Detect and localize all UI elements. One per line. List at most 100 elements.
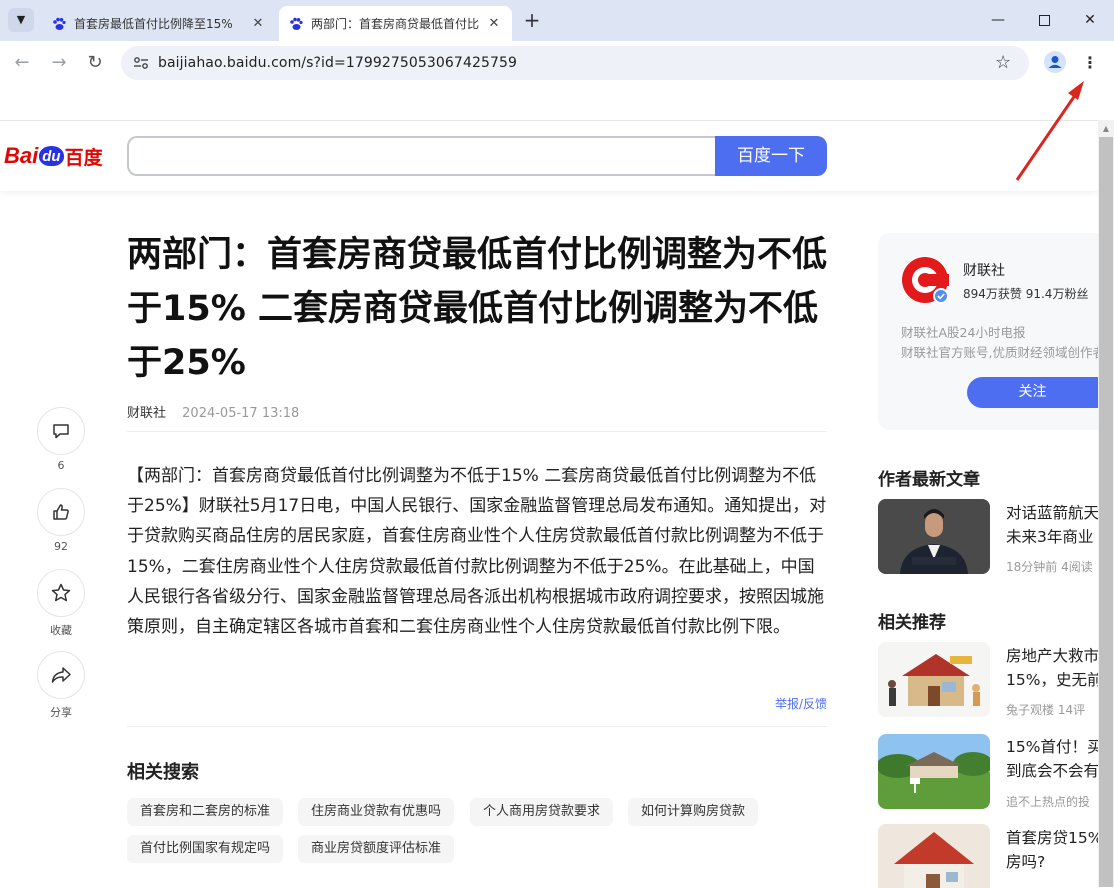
search-button[interactable]: 百度一下	[715, 136, 827, 176]
author-name[interactable]: 财联社	[963, 260, 1005, 280]
related-search-chip[interactable]: 商业房贷额度评估标准	[298, 835, 455, 863]
house-model-image	[878, 824, 990, 888]
logo-text-cn: 百度	[64, 146, 103, 169]
url-text: baijiahao.baidu.com/s?id=179927505306742…	[158, 55, 517, 71]
close-tab-icon[interactable]: ✕	[250, 16, 266, 31]
recommend-title[interactable]: 到底会不会有	[1006, 759, 1098, 783]
related-search-chip[interactable]: 首套房和二套房的标准	[127, 798, 284, 826]
comment-count: 6	[57, 459, 65, 472]
reload-button[interactable]: ↻	[83, 51, 107, 75]
latest-article-title[interactable]: 对话蓝箭航天	[1006, 501, 1098, 525]
star-icon	[51, 583, 71, 602]
article-body: 【两部门：首套房商贷最低首付比例调整为不低于15% 二套房商贷最低首付比例调整为…	[127, 466, 827, 638]
like-button[interactable]	[37, 488, 85, 536]
baidu-paw-icon	[53, 17, 66, 30]
tab-title: 两部门：首套房商贷最低首付比	[311, 17, 480, 31]
house-figures-image	[878, 642, 990, 717]
new-tab-button[interactable]: +	[520, 8, 544, 32]
more-vert-icon: ⋮	[1082, 53, 1098, 72]
share-label: 分享	[50, 706, 72, 719]
house-lawn-image	[878, 734, 990, 809]
related-search-heading: 相关搜索	[127, 762, 199, 783]
article-headline: 两部门：首套房商贷最低首付比例调整为不低于15% 二套房商贷最低首付比例调整为不…	[127, 235, 828, 383]
chevron-down-icon: ▼	[16, 13, 26, 26]
minimize-button[interactable]: —	[983, 8, 1013, 32]
recommend-title[interactable]: 首套房贷15%	[1006, 826, 1098, 850]
minimize-icon: —	[991, 12, 1005, 28]
recommend-title[interactable]: 房地产大救市	[1006, 644, 1098, 668]
share-icon	[51, 667, 71, 683]
author-desc: 财联社A股24小时电报	[901, 325, 1026, 340]
web-page: Bai du 百度 百度一下 6 92 收藏 分享 两部门：首套房商贷最低首付比…	[0, 120, 1098, 888]
browser-menu-button[interactable]: ⋮	[1082, 51, 1098, 75]
close-tab-icon[interactable]: ✕	[486, 16, 502, 31]
maximize-button[interactable]	[1029, 8, 1059, 32]
related-search-chip[interactable]: 个人商用房贷款要求	[470, 798, 614, 826]
site-header: Bai du 百度 百度一下	[0, 121, 1098, 191]
recommend-title[interactable]: 15%，史无前	[1006, 668, 1098, 692]
logo-text: Bai	[4, 143, 39, 168]
annotation-arrow-icon	[1015, 81, 1084, 181]
author-stats: 894万获赞 91.4万粉丝	[963, 287, 1089, 301]
reload-icon: ↻	[87, 52, 103, 73]
like-count: 92	[54, 540, 68, 553]
profile-icon	[1048, 56, 1062, 68]
comment-button[interactable]	[37, 407, 85, 455]
article-thumbnail[interactable]	[878, 734, 990, 809]
arrow-right-icon: →	[51, 52, 67, 73]
cls-logo	[902, 257, 949, 304]
article-meta: 财联社 2024-05-17 13:18	[127, 402, 299, 421]
logo-paw: du	[39, 146, 64, 166]
article-thumbnail[interactable]	[878, 824, 990, 888]
page-scrollbar-thumb[interactable]	[1099, 137, 1113, 887]
tab-search-button[interactable]: ▼	[8, 8, 34, 32]
recommend-title[interactable]: 15%首付！买	[1006, 735, 1098, 759]
bookmark-star-icon[interactable]: ☆	[995, 46, 1011, 80]
share-button[interactable]	[37, 651, 85, 699]
article-source[interactable]: 财联社	[127, 406, 166, 421]
address-bar[interactable]: baijiahao.baidu.com/s?id=179927505306742…	[121, 46, 1029, 80]
thumbs-up-icon	[53, 504, 69, 520]
baidu-logo[interactable]: Bai du 百度	[4, 138, 103, 174]
article-thumbnail[interactable]	[878, 499, 990, 574]
tab-title: 首套房最低首付比例降至15%	[74, 17, 233, 31]
person-photo	[878, 499, 990, 574]
author-avatar[interactable]	[901, 256, 949, 304]
divider	[127, 431, 827, 432]
baidu-paw-icon	[290, 17, 303, 30]
follow-button[interactable]: 关注	[967, 377, 1098, 408]
latest-article-meta: 18分钟前 4阅读	[1006, 560, 1093, 574]
tab-active[interactable]: 两部门：首套房商贷最低首付比 ✕	[279, 6, 512, 41]
related-search-chip[interactable]: 住房商业贷款有优惠吗	[298, 798, 455, 826]
recommend-meta: 追不上热点的投	[1006, 795, 1091, 809]
article-time: 2024-05-17 13:18	[182, 406, 300, 421]
profile-button[interactable]	[1044, 51, 1066, 73]
close-icon: ✕	[1084, 12, 1096, 28]
tab-strip: ▼ 首套房最低首付比例降至15% ✕ 两部门：首套房商贷最低首付比 ✕ + — …	[0, 0, 1114, 41]
report-feedback-link[interactable]: 举报/反馈	[775, 695, 827, 712]
author-card: 财联社 894万获赞 91.4万粉丝 财联社A股24小时电报 财联社官方账号,优…	[878, 233, 1098, 430]
back-button[interactable]: ←	[10, 51, 34, 75]
related-search-chip[interactable]: 如何计算购房贷款	[628, 798, 759, 826]
divider	[127, 726, 827, 727]
scroll-up-icon[interactable]: ▲	[1101, 124, 1111, 134]
close-window-button[interactable]: ✕	[1075, 8, 1105, 32]
latest-articles-heading: 作者最新文章	[878, 470, 980, 490]
favorite-button[interactable]	[37, 569, 85, 617]
search-input[interactable]	[127, 136, 717, 176]
arrow-left-icon: ←	[14, 52, 30, 73]
latest-article-title[interactable]: 未来3年商业	[1006, 525, 1098, 549]
favorite-label: 收藏	[50, 624, 72, 637]
site-settings-icon	[134, 57, 148, 69]
recommend-meta: 兔子观楼 14评	[1006, 703, 1086, 717]
related-search-chip[interactable]: 首付比例国家有规定吗	[127, 835, 284, 863]
tab-inactive[interactable]: 首套房最低首付比例降至15% ✕	[42, 6, 276, 41]
forward-button[interactable]: →	[47, 51, 71, 75]
browser-toolbar: ← → ↻ baijiahao.baidu.com/s?id=179927505…	[0, 41, 1114, 86]
comment-icon	[53, 424, 69, 439]
recommend-title[interactable]: 房吗?	[1006, 850, 1098, 874]
article-thumbnail[interactable]	[878, 642, 990, 717]
maximize-icon	[1038, 14, 1050, 26]
recommend-heading: 相关推荐	[878, 613, 946, 633]
author-desc: 财联社官方账号,优质财经领域创作者	[901, 345, 1098, 360]
